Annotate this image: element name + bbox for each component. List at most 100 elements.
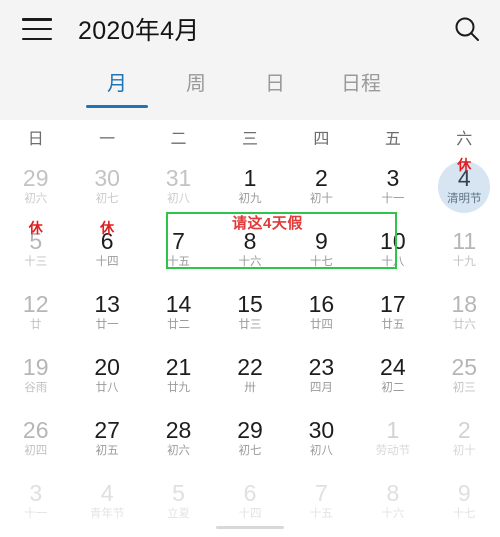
- day-cell[interactable]: 8 十六: [357, 470, 428, 533]
- day-cell[interactable]: 12 廿: [0, 281, 71, 344]
- day-cell[interactable]: 9 十七: [429, 470, 500, 533]
- day-cell[interactable]: 1 初九: [214, 155, 285, 218]
- day-cell[interactable]: 8 十六: [214, 218, 285, 281]
- weekday-label-6: 六: [456, 131, 473, 148]
- lunar-label: 四月: [309, 382, 333, 394]
- tab-3[interactable]: 日程: [341, 58, 381, 96]
- day-cell[interactable]: 25 初三: [429, 344, 500, 407]
- day-number: 16: [308, 291, 335, 317]
- day-number: 2: [315, 165, 328, 191]
- day-cell[interactable]: 21 廿九: [143, 344, 214, 407]
- day-cell[interactable]: 31 初八: [143, 155, 214, 218]
- day-number: 25: [451, 354, 478, 380]
- day-cell[interactable]: 3 十一: [357, 155, 428, 218]
- day-cell[interactable]: 23 四月: [286, 344, 357, 407]
- day-cell[interactable]: 22 卅: [214, 344, 285, 407]
- lunar-label: 初六: [24, 193, 48, 205]
- lunar-label: 初五: [95, 445, 119, 457]
- day-cell[interactable]: 休 4 清明节: [429, 155, 500, 218]
- tab-label: 月: [107, 73, 127, 95]
- day-number: 13: [94, 291, 120, 317]
- day-number: 18: [451, 291, 478, 317]
- day-cell[interactable]: 14 廿二: [143, 281, 214, 344]
- lunar-label: 初八: [309, 445, 333, 457]
- lunar-label: 十七: [452, 508, 476, 520]
- day-number: 3: [29, 480, 43, 506]
- day-cell[interactable]: 29 初七: [214, 407, 285, 470]
- rest-day-badge: 休: [28, 220, 43, 236]
- day-number: 30: [308, 417, 335, 443]
- weekday-label-5: 五: [384, 131, 401, 148]
- home-indicator: [216, 526, 284, 529]
- day-number: 9: [315, 228, 328, 254]
- day-cell[interactable]: 16 廿四: [286, 281, 357, 344]
- day-cell[interactable]: 休 5 十三: [0, 218, 71, 281]
- lunar-label: 初四: [24, 445, 48, 457]
- day-cell[interactable]: 11 十九: [429, 218, 500, 281]
- day-number: 4: [100, 480, 114, 506]
- lunar-label: 初八: [167, 193, 191, 205]
- lunar-label: 初十: [452, 445, 476, 457]
- lunar-label: 十一: [381, 193, 405, 205]
- day-cell[interactable]: 5 立夏: [143, 470, 214, 533]
- lunar-label: 初二: [381, 382, 405, 394]
- search-icon[interactable]: [452, 14, 482, 44]
- day-number: 23: [308, 354, 335, 380]
- day-cell[interactable]: 18 廿六: [429, 281, 500, 344]
- day-number: 7: [172, 228, 185, 254]
- weekday-label-0: 日: [27, 131, 44, 148]
- day-cell[interactable]: 27 初五: [71, 407, 142, 470]
- tab-label: 日: [265, 73, 285, 95]
- day-cell[interactable]: 20 廿八: [71, 344, 142, 407]
- day-number: 8: [386, 480, 400, 506]
- day-cell[interactable]: 28 初六: [143, 407, 214, 470]
- day-cell[interactable]: 29 初六: [0, 155, 71, 218]
- lunar-label: 十六: [238, 256, 262, 268]
- day-cell[interactable]: 2 初十: [429, 407, 500, 470]
- hamburger-line: [22, 27, 52, 31]
- day-number: 26: [22, 417, 49, 443]
- day-cell[interactable]: 15 廿三: [214, 281, 285, 344]
- day-cell[interactable]: 4 青年节: [71, 470, 142, 533]
- day-cell[interactable]: 9 十七: [286, 218, 357, 281]
- lunar-label: 卅: [244, 382, 256, 394]
- lunar-label: 廿一: [95, 319, 119, 331]
- day-cell[interactable]: 1 劳动节: [357, 407, 428, 470]
- day-cell[interactable]: 30 初八: [286, 407, 357, 470]
- day-number: 5: [172, 480, 185, 506]
- hamburger-menu-icon[interactable]: [22, 18, 52, 40]
- day-cell[interactable]: 19 谷雨: [0, 344, 71, 407]
- day-number: 6: [243, 480, 257, 506]
- day-cell[interactable]: 2 初十: [286, 155, 357, 218]
- day-number: 3: [386, 165, 400, 191]
- day-cell[interactable]: 休 6 十四: [71, 218, 142, 281]
- tab-2[interactable]: 日: [262, 58, 288, 96]
- day-cell[interactable]: 7 十五: [286, 470, 357, 533]
- day-cell[interactable]: 7 十五: [143, 218, 214, 281]
- day-cell[interactable]: 13 廿一: [71, 281, 142, 344]
- day-cell[interactable]: 24 初二: [357, 344, 428, 407]
- lunar-label: 十九: [452, 256, 476, 268]
- day-number: 9: [457, 480, 471, 506]
- lunar-label: 初六: [167, 445, 191, 457]
- lunar-label: 十四: [95, 256, 119, 268]
- day-number: 8: [243, 228, 257, 254]
- day-number: 28: [165, 417, 192, 443]
- lunar-label: 廿二: [167, 319, 191, 331]
- lunar-label: 初九: [238, 193, 262, 205]
- day-number: 17: [380, 291, 406, 317]
- tab-1[interactable]: 周: [183, 58, 209, 96]
- day-cell[interactable]: 26 初四: [0, 407, 71, 470]
- weekday-label-2: 二: [170, 131, 187, 148]
- lunar-label: 初七: [95, 193, 119, 205]
- day-cell[interactable]: 10 十八: [357, 218, 428, 281]
- day-number: 29: [22, 165, 49, 191]
- day-cell[interactable]: 17 廿五: [357, 281, 428, 344]
- weekday-label-3: 三: [241, 131, 258, 148]
- day-cell[interactable]: 30 初七: [71, 155, 142, 218]
- day-cell[interactable]: 6 十四: [214, 470, 285, 533]
- day-cell[interactable]: 3 十一: [0, 470, 71, 533]
- lunar-label: 谷雨: [24, 382, 48, 394]
- tab-0[interactable]: 月: [104, 58, 130, 96]
- lunar-label: 初七: [238, 445, 262, 457]
